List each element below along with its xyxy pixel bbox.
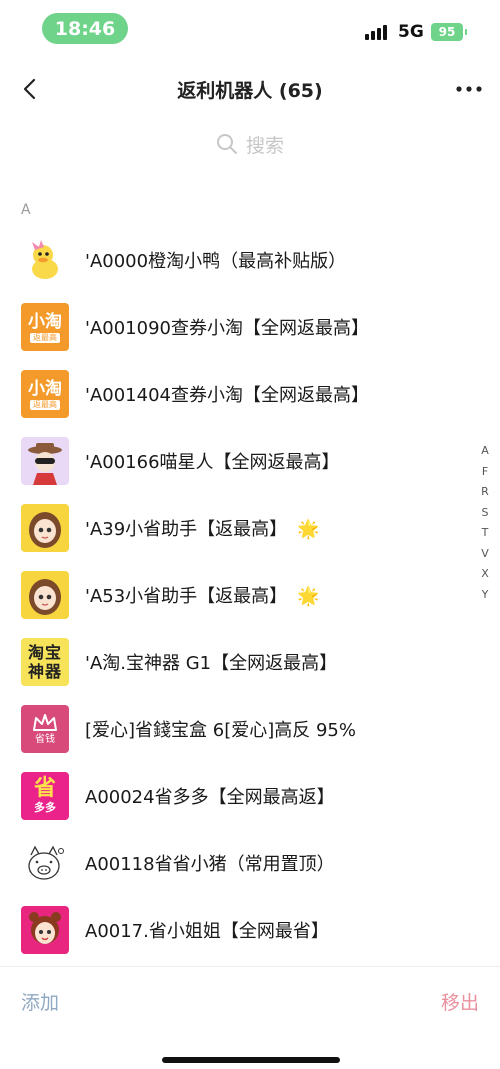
search-icon (216, 134, 237, 154)
list-item[interactable]: 省钱 [爱心]省錢宝盒 6[爱心]高反 95% (0, 695, 470, 762)
battery-level: 95 (438, 25, 456, 39)
signal-icon (365, 24, 391, 40)
list-item[interactable]: A0017.省小姐姐【全网最省】 (0, 896, 470, 963)
index-letter[interactable]: V (481, 544, 489, 565)
sister-avatar (21, 905, 69, 954)
more-button[interactable] (454, 74, 484, 104)
index-letter[interactable]: Y (482, 585, 489, 606)
xiaotao-avatar: 小淘 返最高 (21, 302, 69, 351)
list-item[interactable]: 淘宝 神器 'A淘.宝神器 G1【全网返最高】 (0, 628, 470, 695)
section-header: A (21, 202, 31, 218)
list-item-name: A0017.省小姐姐【全网最省】 (85, 920, 329, 942)
list-item[interactable]: 'A53小省助手【返最高】 🌟 (0, 561, 470, 628)
pig-avatar (21, 838, 69, 887)
star-icon: 🌟 (297, 518, 320, 540)
index-letter[interactable]: T (482, 523, 489, 544)
star-icon: 🌟 (297, 585, 320, 607)
list-item[interactable]: 小淘 返最高 'A001090查券小淘【全网返最高】 (0, 293, 470, 360)
battery-icon: 95 (431, 23, 467, 41)
list-item[interactable]: 'A39小省助手【返最高】 🌟 (0, 494, 470, 561)
cat-avatar (21, 436, 69, 485)
list-item-name: A00024省多多【全网最高返】 (85, 786, 335, 808)
index-letter[interactable]: F (482, 462, 488, 483)
list-item-name: 'A00166喵星人【全网返最高】 (85, 451, 340, 473)
list-item[interactable]: 'A0000橙淘小鸭（最高补贴版） (0, 226, 470, 293)
shengduoduo-avatar: 省 多多 (21, 771, 69, 820)
list-item-name: 'A0000橙淘小鸭（最高补贴版） (85, 250, 347, 272)
search-input[interactable]: 搜索 (0, 127, 500, 161)
list-item-name: 'A001090查券小淘【全网返最高】 (85, 317, 369, 339)
index-letter[interactable]: X (481, 564, 489, 585)
bottom-action-bar: 添加 移出 (0, 966, 500, 1034)
list-item-name: A00118省省小猪（常用置顶） (85, 853, 335, 875)
duck-avatar (21, 235, 69, 284)
shengqian-avatar: 省钱 (21, 704, 69, 753)
contact-list: 'A0000橙淘小鸭（最高补贴版） 小淘 返最高 'A001090查券小淘【全网… (0, 226, 470, 963)
list-item-name: 'A淘.宝神器 G1【全网返最高】 (85, 652, 338, 674)
index-letter[interactable]: S (482, 503, 489, 524)
status-time: 18:46 (42, 13, 128, 44)
girl-avatar (21, 503, 69, 552)
page-title: 返利机器人 (65) (177, 80, 323, 102)
list-item-name: 'A39小省助手【返最高】 🌟 (85, 518, 320, 540)
status-bar: 18:46 5G 95 (0, 0, 500, 56)
list-item-name: 'A001404查券小淘【全网返最高】 (85, 384, 369, 406)
list-item[interactable]: 'A00166喵星人【全网返最高】 (0, 427, 470, 494)
crown-icon (33, 713, 57, 731)
more-dots-icon (456, 86, 482, 92)
list-item[interactable]: A00118省省小猪（常用置顶） (0, 829, 470, 896)
list-item[interactable]: 省 多多 A00024省多多【全网最高返】 (0, 762, 470, 829)
index-letter[interactable]: R (481, 482, 489, 503)
nav-bar: 返利机器人 (65) (0, 66, 500, 112)
search-placeholder: 搜索 (245, 134, 284, 157)
home-indicator[interactable] (162, 1057, 340, 1063)
list-item[interactable]: 小淘 返最高 'A001404查券小淘【全网返最高】 (0, 360, 470, 427)
list-item-name: [爱心]省錢宝盒 6[爱心]高反 95% (85, 719, 356, 741)
girl-avatar (21, 570, 69, 619)
index-letter[interactable]: A (481, 441, 489, 462)
alphabet-index[interactable]: A F R S T V X Y (478, 441, 492, 605)
remove-button[interactable]: 移出 (441, 988, 479, 1015)
list-item-name: 'A53小省助手【返最高】 🌟 (85, 585, 320, 607)
taobao-shenqi-avatar: 淘宝 神器 (21, 637, 69, 686)
network-label: 5G (398, 22, 424, 42)
add-button[interactable]: 添加 (21, 988, 59, 1015)
xiaotao-avatar: 小淘 返最高 (21, 369, 69, 418)
